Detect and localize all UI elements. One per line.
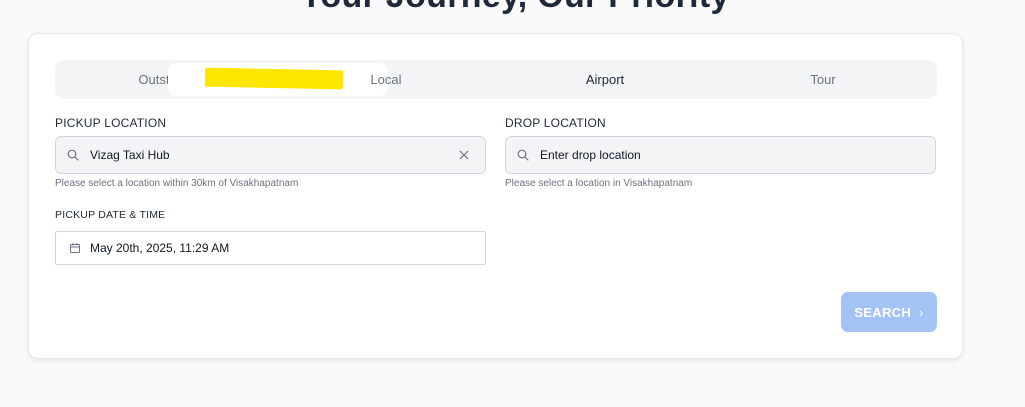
search-icon xyxy=(516,148,530,162)
calendar-icon xyxy=(68,241,82,255)
tab-tour[interactable]: Tour xyxy=(770,60,876,99)
pickup-location-field[interactable]: Vizag Taxi Hub xyxy=(55,136,486,174)
drop-location-label: DROP LOCATION xyxy=(505,116,606,130)
pickup-datetime-value[interactable]: May 20th, 2025, 11:29 AM xyxy=(90,241,430,255)
pickup-datetime-label: PICKUP DATE & TIME xyxy=(55,209,166,221)
clear-icon[interactable] xyxy=(457,148,471,162)
tab-airport[interactable]: Airport xyxy=(552,60,658,99)
redaction-mark xyxy=(204,67,344,90)
drop-location-placeholder[interactable]: Enter drop location xyxy=(540,148,880,162)
pickup-location-value[interactable]: Vizag Taxi Hub xyxy=(90,148,430,162)
pickup-datetime-field[interactable]: May 20th, 2025, 11:29 AM xyxy=(55,231,486,265)
pickup-location-hint: Please select a location within 30km of … xyxy=(55,178,299,189)
search-button[interactable]: SEARCH › xyxy=(841,292,937,332)
search-icon xyxy=(66,148,80,162)
page-title: Your Journey, Our Priority xyxy=(300,0,729,14)
drop-location-hint: Please select a location in Visakhapatna… xyxy=(505,178,693,189)
trip-type-tabs: Outstation Local Airport Tour xyxy=(55,60,937,99)
chevron-right-icon: › xyxy=(919,304,924,320)
booking-card: Outstation Local Airport Tour PICKUP LOC… xyxy=(28,33,963,359)
tab-local[interactable]: Local xyxy=(333,60,439,99)
pickup-location-label: PICKUP LOCATION xyxy=(55,116,167,130)
search-button-label: SEARCH xyxy=(854,304,912,320)
drop-location-field[interactable]: Enter drop location xyxy=(505,136,936,174)
